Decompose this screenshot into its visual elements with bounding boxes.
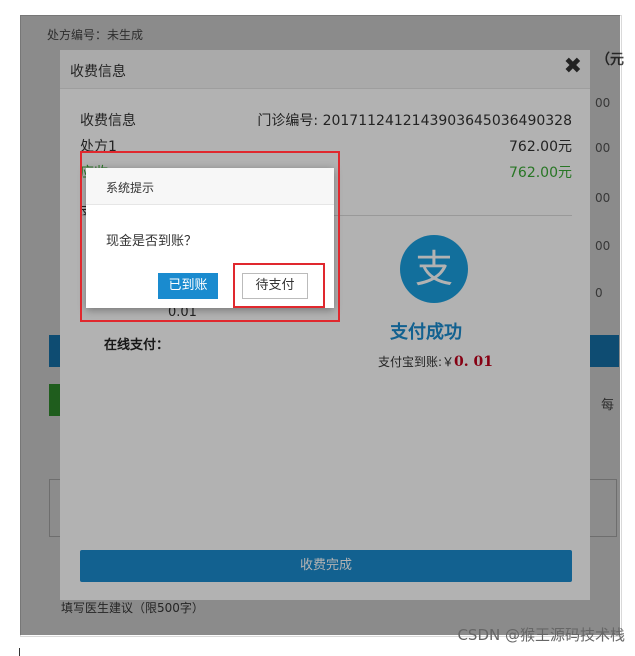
highlight-box — [233, 263, 325, 308]
prompt-backdrop — [60, 50, 590, 600]
watermark: CSDN @猴王源码技术栈 — [457, 626, 625, 644]
text-caret — [19, 648, 20, 656]
